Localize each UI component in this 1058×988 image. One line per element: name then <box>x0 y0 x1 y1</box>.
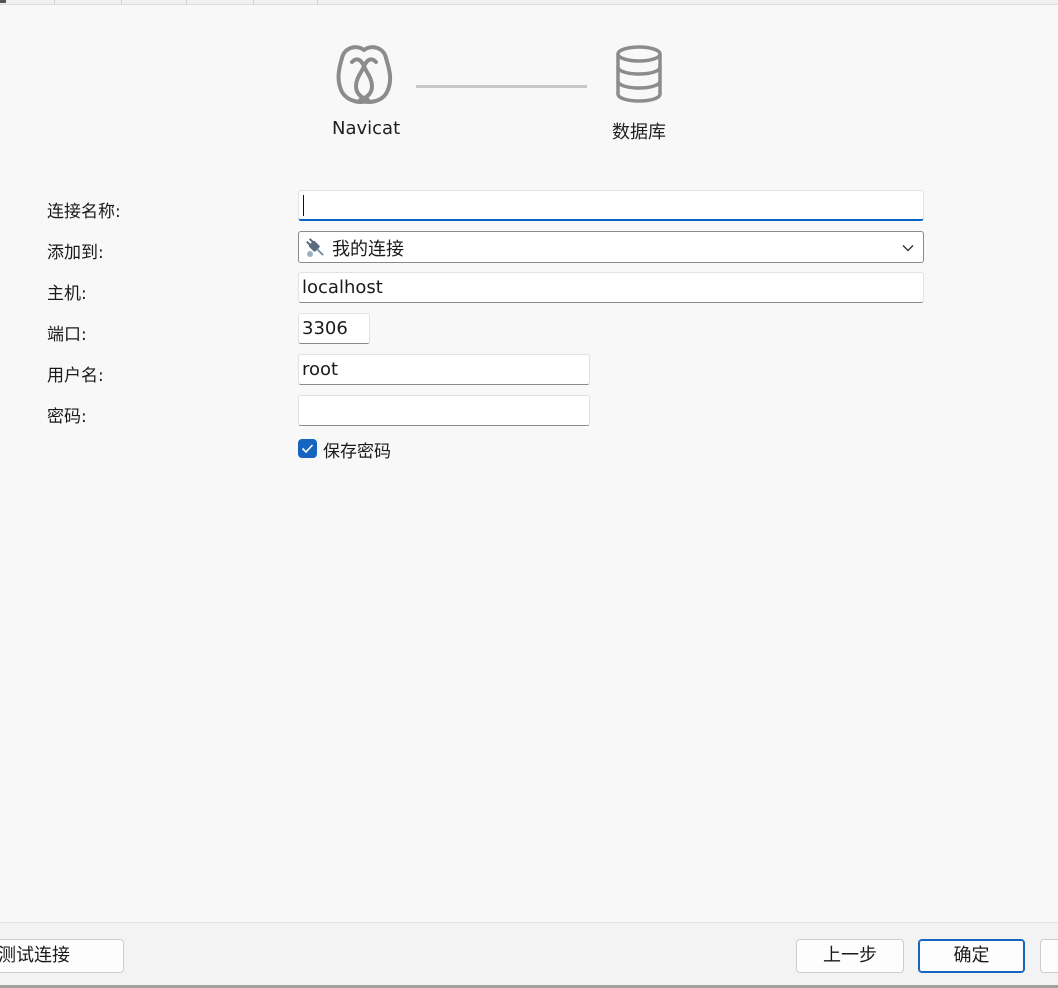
port-label: 端口: <box>47 325 87 345</box>
step-label-navicat: Navicat <box>332 118 401 139</box>
password-label: 密码: <box>47 407 87 427</box>
cancel-button[interactable] <box>1040 939 1058 973</box>
tab[interactable] <box>0 0 55 5</box>
save-password-label[interactable]: 保存密码 <box>323 437 391 462</box>
test-connection-button[interactable]: 测试连接 <box>0 939 124 973</box>
port-input[interactable]: 3306 <box>298 313 370 344</box>
chevron-down-icon <box>902 245 914 252</box>
checkmark-icon <box>301 444 314 454</box>
password-input[interactable] <box>298 395 590 426</box>
host-label: 主机: <box>47 284 87 304</box>
navicat-logo-icon <box>336 45 393 104</box>
back-button[interactable]: 上一步 <box>796 939 904 973</box>
tab[interactable] <box>55 0 122 5</box>
step-navicat <box>330 42 398 106</box>
username-value: root <box>302 359 339 380</box>
text-caret <box>303 195 304 216</box>
ok-button[interactable]: 确定 <box>918 939 1025 973</box>
step-connector <box>416 85 587 88</box>
step-database <box>612 44 666 104</box>
tab[interactable] <box>254 0 318 5</box>
step-label-database: 数据库 <box>612 122 666 143</box>
add-to-value: 我的连接 <box>332 239 404 260</box>
port-value: 3306 <box>302 318 348 339</box>
save-password-checkbox[interactable] <box>298 439 317 458</box>
host-input[interactable]: localhost <box>298 272 924 303</box>
tab[interactable] <box>122 0 187 5</box>
tab-strip <box>0 0 1058 5</box>
dialog-footer: 测试连接 上一步 确定 <box>0 922 1058 988</box>
username-label: 用户名: <box>47 366 104 386</box>
username-input[interactable]: root <box>298 354 590 385</box>
add-to-label: 添加到: <box>47 243 104 263</box>
host-value: localhost <box>302 277 383 298</box>
database-icon <box>616 45 662 103</box>
connection-name-input[interactable] <box>298 190 924 221</box>
add-to-select[interactable]: 我的连接 <box>298 231 924 263</box>
connection-name-label: 连接名称: <box>47 202 121 222</box>
tab[interactable] <box>187 0 254 5</box>
plug-icon <box>306 238 324 257</box>
